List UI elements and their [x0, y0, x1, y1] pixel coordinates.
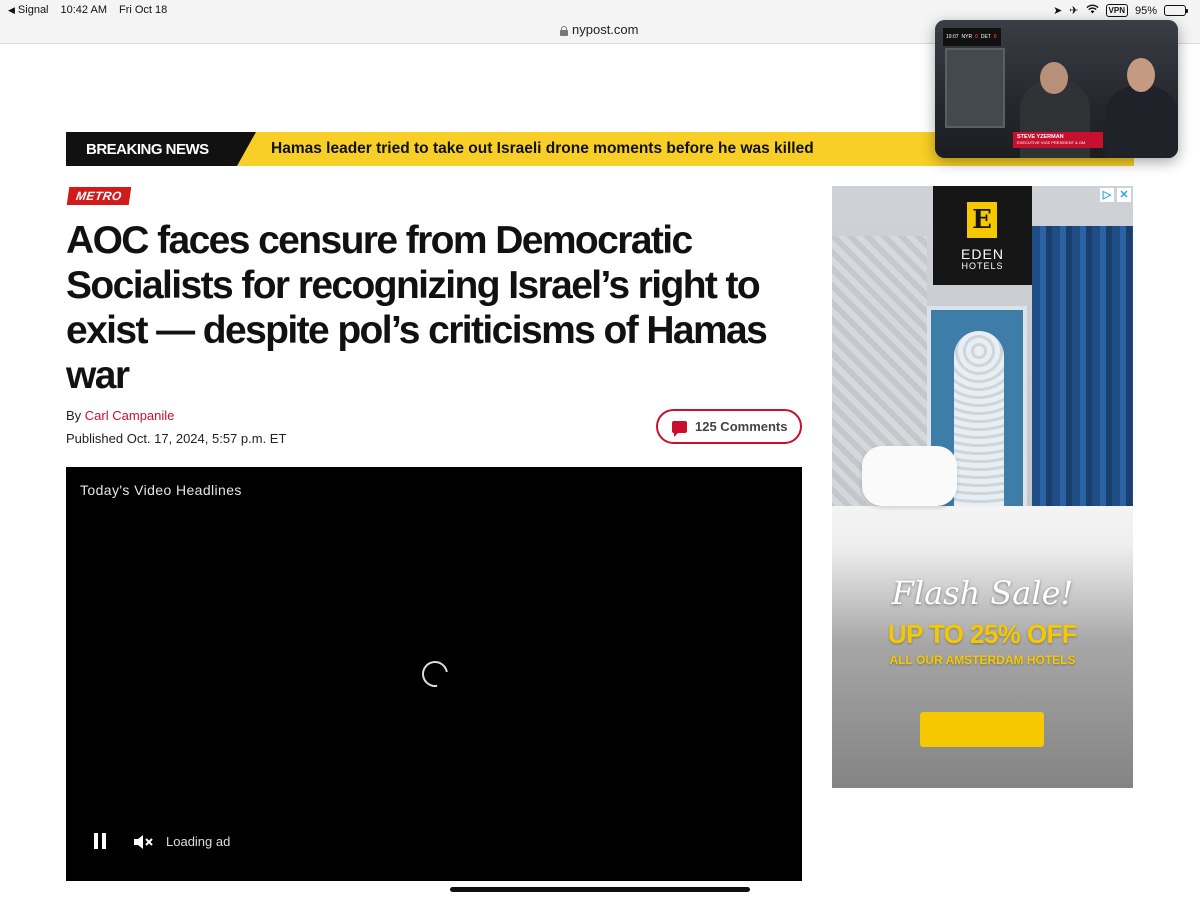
pip-scorebug: 19:07 NYR 0 DET 0 [943, 28, 1001, 46]
mute-icon[interactable] [133, 833, 155, 851]
pip-scene-person [1105, 86, 1178, 158]
comments-button[interactable]: 125 Comments [656, 409, 802, 444]
wifi-icon [1085, 4, 1099, 17]
battery-percent: 95% [1134, 4, 1157, 17]
airplane-icon: ✈ [1069, 5, 1079, 17]
comment-icon [672, 420, 687, 437]
ad-close-icon[interactable]: ✕ [1117, 188, 1131, 202]
comments-count: 125 Comments [695, 419, 788, 434]
ad-brand-sub: HOTELS [961, 261, 1004, 271]
pip-team2: DET [980, 34, 991, 40]
pip-team1: NYR [961, 34, 973, 40]
battery-icon [1164, 5, 1188, 16]
author-link[interactable]: Carl Campanile [85, 408, 175, 423]
pip-scene-head [1127, 58, 1155, 92]
status-date: Fri Oct 18 [118, 4, 168, 16]
ad-photo-curtain [1032, 226, 1133, 546]
article-headline: AOC faces censure from Democratic Social… [66, 219, 768, 397]
status-time: 10:42 AM [60, 4, 107, 16]
pip-team2-score: 0 [993, 34, 997, 40]
home-indicator[interactable] [450, 887, 750, 892]
ad-brand-name: EDEN [961, 246, 1004, 262]
eden-logo-mark-icon: E [967, 202, 997, 238]
adchoices-icon[interactable]: ▷ [1100, 188, 1114, 202]
video-player[interactable]: Today's Video Headlines Loading ad [66, 467, 802, 881]
pip-lower-third-title: EXECUTIVE VICE PRESIDENT & GM [1017, 140, 1086, 145]
pip-scene-head [1040, 62, 1068, 94]
pip-scene-window [945, 48, 1005, 128]
ad-photo-pillow [862, 446, 957, 506]
location-icon: ➤ [1053, 5, 1063, 17]
byline-prefix: By [66, 408, 82, 423]
pip-clock: 19:07 [946, 34, 959, 40]
vpn-badge: VPN [1105, 4, 1128, 17]
screen: ◀ Signal 10:42 AM Fri Oct 18 ➤ ✈ VPN 95%… [0, 0, 1200, 900]
pause-button[interactable] [92, 833, 108, 851]
eden-hotels-logo: E EDEN HOTELS [933, 186, 1032, 285]
pip-lower-third: STEVE YZERMAN EXECUTIVE VICE PRESIDENT &… [1013, 132, 1103, 148]
published-date: Published Oct. 17, 2024, 5:57 p.m. ET [66, 431, 287, 446]
pip-video-window[interactable]: 19:07 NYR 0 DET 0 STEVE YZERMAN EXECUTIV… [935, 20, 1178, 158]
ad-flash-sale: Flash Sale! [891, 574, 1074, 612]
byline: By Carl Campanile [66, 408, 174, 423]
url-text[interactable]: nypost.com [572, 22, 638, 37]
back-app-label[interactable]: Signal [18, 4, 49, 16]
section-tag[interactable]: METRO [66, 187, 132, 205]
adchoices[interactable]: ▷ ✕ [1100, 188, 1131, 202]
pip-team1-score: 0 [975, 34, 978, 40]
status-bar: ◀ Signal 10:42 AM Fri Oct 18 ➤ ✈ VPN 95% [0, 0, 1200, 22]
ad-offer: UP TO 25% OFF [887, 619, 1078, 649]
loading-ad-label: Loading ad [166, 834, 231, 849]
loading-spinner-icon [416, 655, 454, 693]
ad-offer-sub: ALL OUR AMSTERDAM HOTELS [889, 653, 1076, 667]
breaking-news-headline[interactable]: Hamas leader tried to take out Israeli d… [271, 132, 814, 166]
ad-cta-button[interactable] [920, 712, 1044, 747]
hotel-ad[interactable]: E EDEN HOTELS Flash Sale! UP TO 25% OFF … [832, 186, 1133, 788]
breaking-news-label: BREAKING NEWS [66, 132, 256, 166]
lock-icon [560, 25, 568, 36]
ad-photo-arch [954, 331, 1004, 531]
back-arrow-icon[interactable]: ◀ [8, 5, 15, 16]
video-title: Today's Video Headlines [80, 482, 242, 498]
